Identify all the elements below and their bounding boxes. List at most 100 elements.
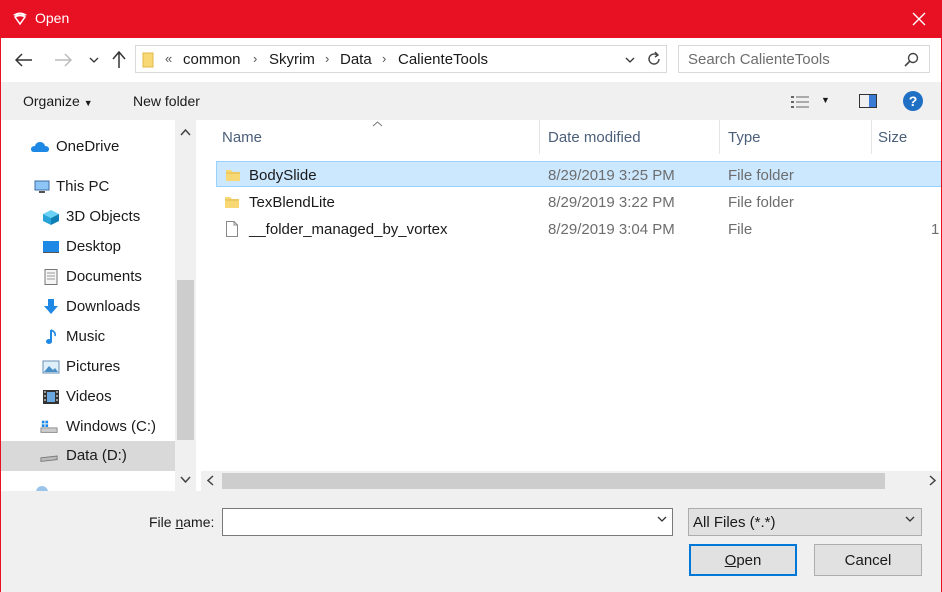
chevron-down-icon[interactable] <box>657 516 667 522</box>
command-toolbar: Organize ▼ New folder ▼ ? <box>0 82 942 120</box>
open-button[interactable]: Open <box>689 544 797 576</box>
nav-label: Desktop <box>66 238 122 255</box>
file-type: File <box>728 221 753 238</box>
folder-icon <box>142 52 154 68</box>
nav-label: Windows (C:) <box>66 418 157 435</box>
download-arrow-icon <box>44 299 58 314</box>
navigation-pane: OneDrive This PC 3D Objects Desktop Docu… <box>0 120 196 491</box>
nav-item-downloads[interactable]: Downloads <box>0 292 175 322</box>
pictures-icon <box>42 360 60 374</box>
filter-value: All Files (*.*) <box>693 514 776 531</box>
nav-label: Documents <box>66 268 142 285</box>
file-name-combobox[interactable] <box>222 508 673 536</box>
help-icon[interactable]: ? <box>903 91 923 111</box>
organize-button[interactable]: Organize ▼ <box>23 93 93 109</box>
crumb-skyrim[interactable]: Skyrim <box>269 51 315 68</box>
nav-item-documents[interactable]: Documents <box>0 262 175 292</box>
file-name: BodySlide <box>249 167 317 184</box>
file-icon <box>226 221 238 237</box>
file-size: 1 <box>931 221 940 238</box>
address-row: « common › Skyrim › Data › CalienteTools… <box>0 38 942 82</box>
documents-icon <box>44 269 58 285</box>
search-icon[interactable] <box>904 52 919 67</box>
column-header-type[interactable]: Type <box>721 120 871 154</box>
nav-item-windows-c[interactable]: Windows (C:) <box>0 412 175 442</box>
nav-label: 3D Objects <box>66 208 141 225</box>
file-name-input[interactable] <box>227 512 647 532</box>
close-button[interactable] <box>896 0 942 38</box>
forward-button[interactable] <box>52 49 74 71</box>
column-divider[interactable] <box>539 120 540 154</box>
column-header-size[interactable]: Size <box>871 120 942 154</box>
crumb-data[interactable]: Data <box>340 51 372 68</box>
search-box[interactable]: Search CalienteTools <box>678 45 930 73</box>
scroll-right-icon[interactable] <box>929 475 936 486</box>
dialog-footer: File name: All Files (*.*) Open Cancel <box>0 491 942 592</box>
view-options-icon[interactable] <box>791 95 809 109</box>
address-bar[interactable]: « common › Skyrim › Data › CalienteTools <box>135 45 667 73</box>
caret-down-icon: ▼ <box>83 98 93 108</box>
nav-label: Downloads <box>66 298 141 315</box>
cloud-icon <box>31 142 49 152</box>
file-type-filter[interactable]: All Files (*.*) <box>688 508 922 536</box>
scroll-up-icon[interactable] <box>179 126 192 139</box>
music-note-icon <box>46 329 56 344</box>
chevron-down-icon[interactable] <box>625 57 635 63</box>
svg-text:?: ? <box>909 93 918 109</box>
nav-item-videos[interactable]: Videos <box>0 382 175 412</box>
column-header-date[interactable]: Date modified <box>541 120 719 154</box>
scroll-thumb[interactable] <box>177 280 194 440</box>
crumb-common[interactable]: common <box>183 51 241 68</box>
scroll-left-icon[interactable] <box>207 475 214 486</box>
nav-label: Videos <box>66 388 112 405</box>
crumb-separator-icon[interactable]: › <box>382 51 386 66</box>
crumb-calientetools[interactable]: CalienteTools <box>398 51 488 68</box>
close-icon <box>912 12 926 26</box>
file-row[interactable]: TexBlendLite 8/29/2019 3:22 PM File fold… <box>216 189 942 215</box>
crumb-separator-icon[interactable]: › <box>325 51 329 66</box>
cube-icon <box>43 210 59 225</box>
computer-icon <box>34 180 50 193</box>
navigation-scrollbar[interactable] <box>175 120 196 491</box>
file-row[interactable]: __folder_managed_by_vortex 8/29/2019 3:0… <box>216 216 942 242</box>
button-label: pen <box>736 551 762 569</box>
nav-label: Pictures <box>66 358 121 375</box>
nav-item-desktop[interactable]: Desktop <box>0 232 175 262</box>
up-button[interactable] <box>108 49 130 71</box>
file-list-horizontal-scrollbar[interactable] <box>201 471 942 491</box>
nav-label: Music <box>66 328 106 345</box>
caret-down-icon[interactable]: ▼ <box>821 95 830 105</box>
back-button[interactable] <box>13 49 35 71</box>
nav-item-onedrive[interactable]: OneDrive <box>0 132 175 162</box>
column-header-name[interactable]: Name <box>215 120 539 154</box>
column-label: Name <box>222 129 263 146</box>
new-folder-button[interactable]: New folder <box>133 93 200 109</box>
crumb-separator-icon[interactable]: › <box>253 51 257 66</box>
column-label: Date modified <box>548 129 641 146</box>
search-input[interactable]: Search CalienteTools <box>688 51 830 68</box>
windows-drive-icon <box>40 420 58 433</box>
nav-item-this-pc[interactable]: This PC <box>0 172 175 202</box>
refresh-icon[interactable] <box>646 51 662 67</box>
preview-pane-icon[interactable] <box>859 94 877 108</box>
scroll-down-icon[interactable] <box>179 473 192 486</box>
label-part: ame: <box>183 514 215 530</box>
scroll-thumb[interactable] <box>222 473 885 489</box>
file-name-label: File name: <box>149 514 214 530</box>
recent-locations-button[interactable] <box>83 49 105 71</box>
forward-arrow-icon <box>55 53 72 67</box>
back-arrow-icon <box>15 53 32 67</box>
nav-item-pictures[interactable]: Pictures <box>0 352 175 382</box>
file-row[interactable]: BodySlide 8/29/2019 3:25 PM File folder <box>216 161 942 187</box>
nav-label: This PC <box>56 178 110 195</box>
file-name: TexBlendLite <box>249 194 335 211</box>
nav-item-data-d[interactable]: Data (D:) <box>0 441 175 471</box>
cancel-button[interactable]: Cancel <box>814 544 922 576</box>
desktop-icon <box>43 241 59 253</box>
column-divider[interactable] <box>719 120 720 154</box>
nav-item-3d-objects[interactable]: 3D Objects <box>0 202 175 232</box>
overflow-crumbs[interactable]: « <box>165 51 172 66</box>
nav-item-music[interactable]: Music <box>0 322 175 352</box>
button-accelerator: O <box>724 551 737 569</box>
chevron-down-icon <box>89 57 99 63</box>
